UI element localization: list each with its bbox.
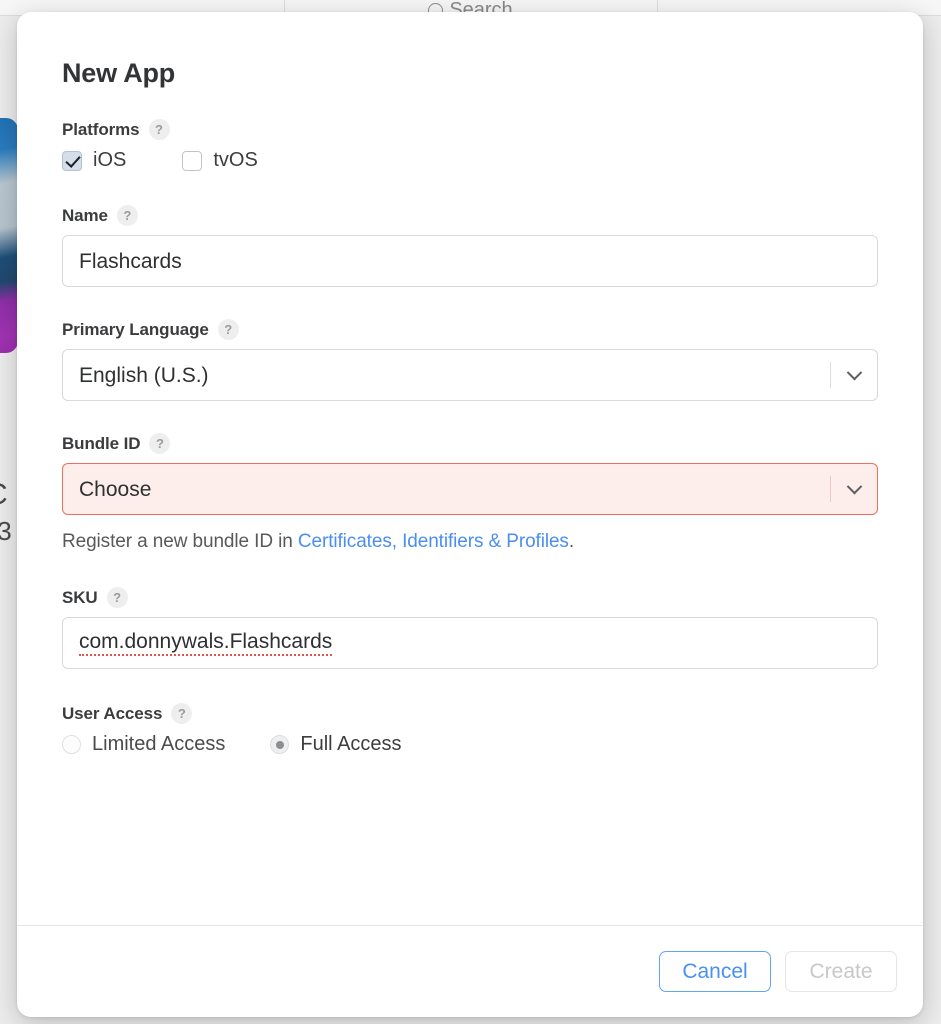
chevron-down-icon (846, 364, 863, 380)
sku-input[interactable]: com.donnywals.Flashcards (62, 617, 878, 669)
radio-label-full-access: Full Access (300, 733, 402, 755)
background-app-icon (0, 118, 18, 353)
bundle-id-arrow-area[interactable] (830, 464, 877, 514)
field-sku: SKU ? com.donnywals.Flashcards (62, 587, 878, 669)
primary-language-select[interactable]: English (U.S.) (62, 349, 878, 401)
radio-item-limited-access[interactable]: Limited Access (62, 733, 225, 756)
help-icon-platforms[interactable]: ? (148, 119, 170, 140)
radio-full-access[interactable] (270, 735, 290, 754)
cancel-button[interactable]: Cancel (659, 951, 771, 992)
dialog-title: New App (62, 58, 176, 88)
radio-item-full-access[interactable]: Full Access (270, 733, 402, 756)
primary-language-value: English (U.S.) (79, 363, 209, 387)
name-label: Name (62, 205, 108, 225)
platforms-label: Platforms (62, 119, 140, 139)
bundle-id-hint-suffix: . (568, 531, 575, 552)
checkbox-item-ios[interactable]: iOS (62, 149, 126, 172)
background-text-fragment: C (0, 478, 8, 512)
checkbox-label-ios: iOS (93, 149, 127, 171)
sku-label-row: SKU ? (62, 587, 878, 608)
field-primary-language: Primary Language ? English (U.S.) (62, 319, 878, 401)
sku-label: SKU (62, 587, 98, 607)
user-access-label-row: User Access ? (62, 703, 878, 724)
select-separator (830, 476, 831, 502)
dialog-body: New App Platforms ? iOS tvOS Name ? Flas… (17, 12, 923, 925)
radio-label-limited-access: Limited Access (92, 733, 226, 755)
create-button[interactable]: Create (785, 951, 897, 992)
bundle-id-hint-prefix: Register a new bundle ID in (62, 531, 298, 552)
primary-language-label-row: Primary Language ? (62, 319, 878, 340)
new-app-dialog: New App Platforms ? iOS tvOS Name ? Flas… (17, 12, 923, 1017)
checkbox-item-tvos[interactable]: tvOS (182, 149, 258, 172)
field-bundle-id: Bundle ID ? Choose Register a new bundle… (62, 433, 878, 553)
bundle-id-label: Bundle ID (62, 433, 141, 453)
help-icon-sku[interactable]: ? (106, 587, 128, 608)
help-icon-name[interactable]: ? (116, 205, 138, 226)
bundle-id-label-row: Bundle ID ? (62, 433, 878, 454)
name-label-row: Name ? (62, 205, 878, 226)
dialog-footer: Cancel Create (17, 925, 923, 1017)
help-icon-primary-language[interactable]: ? (217, 319, 239, 340)
platforms-label-row: Platforms ? (62, 119, 878, 140)
screen: Search ( C .3 New App Platforms ? iOS (0, 0, 941, 1024)
radio-limited-access[interactable] (62, 735, 81, 754)
primary-language-label: Primary Language (62, 319, 209, 339)
checkbox-ios[interactable] (62, 150, 82, 171)
help-icon-bundle-id[interactable]: ? (149, 433, 171, 454)
help-icon-user-access[interactable]: ? (171, 703, 193, 724)
bundle-id-select[interactable]: Choose (62, 463, 878, 515)
certificates-identifiers-profiles-link[interactable]: Certificates, Identifiers & Profiles (298, 531, 569, 552)
name-input[interactable]: Flashcards (62, 235, 878, 287)
user-access-label: User Access (62, 703, 163, 723)
checkbox-tvos[interactable] (182, 150, 203, 171)
field-platforms: Platforms ? iOS tvOS (62, 119, 878, 172)
name-input-value: Flashcards (79, 249, 182, 273)
background-text-fragment: .3 (0, 516, 12, 546)
checkbox-label-tvos: tvOS (213, 149, 258, 171)
sku-input-value: com.donnywals.Flashcards (79, 631, 333, 656)
field-user-access: User Access ? Limited Access Full Access (62, 703, 878, 756)
bundle-id-hint: Register a new bundle ID in Certificates… (62, 531, 878, 553)
chevron-down-icon (846, 478, 863, 494)
field-name: Name ? Flashcards (62, 205, 878, 287)
primary-language-arrow-area[interactable] (830, 350, 877, 400)
select-separator (830, 362, 831, 388)
platforms-checkbox-row: iOS tvOS (62, 149, 878, 172)
bundle-id-value: Choose (79, 477, 152, 501)
user-access-radio-row: Limited Access Full Access (62, 733, 878, 756)
